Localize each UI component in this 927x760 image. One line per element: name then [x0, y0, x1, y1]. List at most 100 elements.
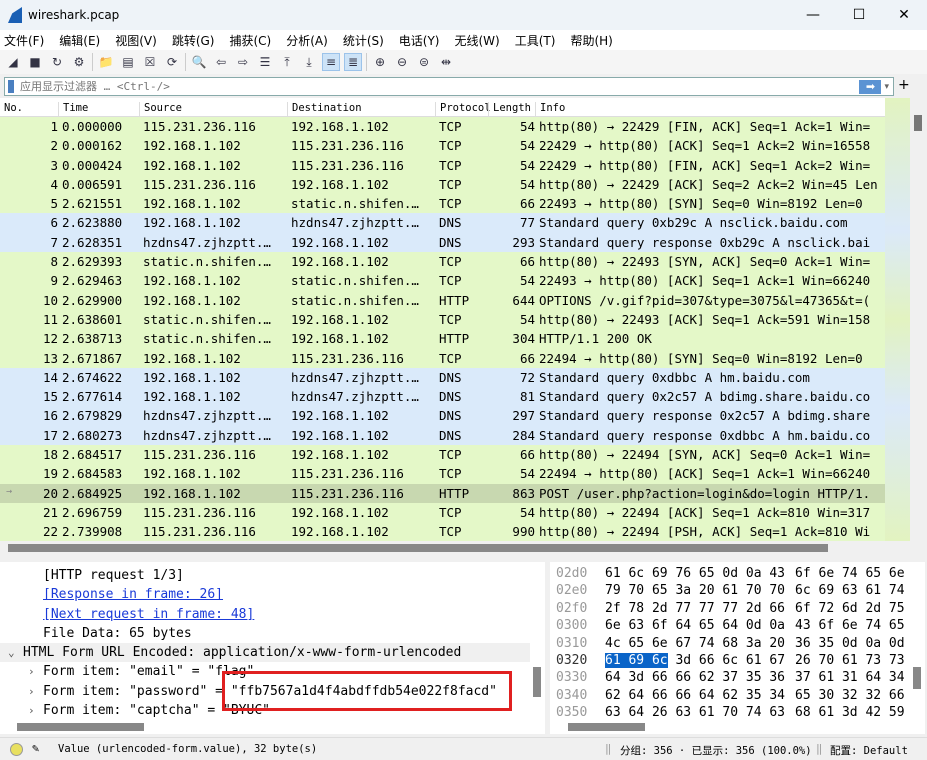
find-icon[interactable]: 🔍 — [190, 53, 208, 71]
shark-fin-start-icon[interactable]: ◢ — [4, 53, 22, 71]
menu-item[interactable]: 电话(Y) — [399, 32, 440, 49]
hex-row[interactable]: 02e0 79 70 65 3a 20 61 70 70 6c 69 63 61 7… — [550, 582, 910, 599]
col-destination[interactable]: Destination — [287, 102, 362, 117]
details-hscroll[interactable] — [0, 720, 545, 734]
packet-row[interactable]: 18 2.684517 115.231.236.116 192.168.1.102 TC… — [0, 445, 885, 465]
first-icon[interactable]: ⤒ — [278, 53, 296, 71]
menu-item[interactable]: 工具(T) — [515, 32, 556, 49]
col-no[interactable]: No. — [0, 102, 23, 117]
packet-row[interactable]: 2 0.000162 192.168.1.102 115.231.236.116 TCP… — [0, 136, 885, 156]
status-profile[interactable]: 配置: Default — [830, 743, 908, 758]
packet-row[interactable]: 12 2.638713 static.n.shifen.… 192.168.1.102… — [0, 329, 885, 349]
packet-list-vscroll[interactable] — [910, 98, 927, 541]
col-length[interactable]: Length — [488, 102, 531, 117]
go-to-icon[interactable]: ☰ — [256, 53, 274, 71]
hex-row[interactable]: 0350 63 64 26 63 61 70 74 63 68 61 3d 42 5… — [550, 704, 910, 720]
col-protocol[interactable]: Protocol — [435, 102, 491, 117]
forward-icon[interactable]: ⇨ — [234, 53, 252, 71]
packet-row[interactable]: 5 2.621551 192.168.1.102 static.n.shifen.… T… — [0, 194, 885, 214]
hex-row[interactable]: 0320 61 69 6c 3d 66 6c 61 67 26 70 61 73 7… — [550, 652, 910, 669]
col-source[interactable]: Source — [139, 102, 182, 117]
packet-row[interactable]: 1 0.000000 115.231.236.116 192.168.1.102 TCP… — [0, 117, 885, 137]
add-filter-button[interactable]: + — [898, 77, 910, 93]
display-filter-input[interactable] — [20, 80, 860, 93]
minimize-button[interactable]: — — [790, 0, 836, 30]
frame-link[interactable]: [Response in frame: 26] — [43, 587, 223, 602]
detail-line[interactable]: ⌄ HTML Form URL Encoded: application/x-ww… — [0, 643, 530, 663]
detail-line[interactable]: [Next request in frame: 48] — [0, 605, 530, 624]
close-button[interactable]: ✕ — [881, 0, 927, 30]
packet-row[interactable]: 15 2.677614 192.168.1.102 hzdns47.zjhzptt.…… — [0, 387, 885, 407]
packet-row[interactable]: 14 2.674622 192.168.1.102 hzdns47.zjhzptt.…… — [0, 367, 885, 388]
menu-item[interactable]: 编辑(E) — [59, 32, 100, 49]
expert-info-icon[interactable] — [10, 743, 23, 756]
autoscroll-icon[interactable]: ≡ — [322, 53, 340, 71]
packet-row[interactable]: 16 2.679829 hzdns47.zjhzptt.… 192.168.1.102… — [0, 406, 885, 426]
col-time[interactable]: Time — [58, 102, 88, 117]
packet-row[interactable]: 13 2.671867 192.168.1.102 115.231.236.116 TC… — [0, 348, 885, 368]
zoom-out-icon[interactable]: ⊖ — [393, 53, 411, 71]
packet-list-hscroll[interactable] — [0, 541, 885, 555]
edit-comment-icon[interactable]: ✎ — [32, 741, 39, 755]
packet-row[interactable]: 8 2.629393 static.n.shifen.… 192.168.1.102 T… — [0, 252, 885, 272]
apply-filter-button[interactable]: ➡ — [859, 79, 882, 94]
expand-toggle-icon[interactable]: ⌄ — [8, 646, 15, 659]
menu-item[interactable]: 无线(W) — [455, 32, 500, 49]
cell-time: 2.684925 — [62, 485, 123, 501]
packet-row[interactable]: 22 2.739908 115.231.236.116 192.168.1.102 TC… — [0, 522, 885, 541]
bytes-vscroll[interactable] — [910, 562, 925, 720]
packet-row[interactable]: 4 0.006591 115.231.236.116 192.168.1.102 TCP… — [0, 174, 885, 195]
colorize-icon[interactable]: ≣ — [344, 53, 362, 71]
hex-row[interactable]: 02f0 2f 78 2d 77 77 77 2d 66 6f 72 6d 2d 7… — [550, 600, 910, 617]
bytes-hscroll[interactable] — [550, 720, 925, 734]
detail-line[interactable]: [Response in frame: 26] — [0, 585, 530, 604]
hex-row[interactable]: 02d0 61 6c 69 76 65 0d 0a 43 6f 6e 74 65 6… — [550, 565, 910, 582]
packet-row[interactable]: 21 2.696759 115.231.236.116 192.168.1.102 TC… — [0, 502, 885, 523]
expand-toggle-icon[interactable]: › — [28, 685, 35, 698]
details-vscroll[interactable] — [530, 562, 545, 720]
menu-item[interactable]: 视图(V) — [115, 32, 157, 49]
last-icon[interactable]: ⤓ — [300, 53, 318, 71]
hex-row[interactable]: 0300 6e 63 6f 64 65 64 0d 0a 43 6f 6e 74 6… — [550, 617, 910, 634]
file-icon[interactable]: ▤ — [119, 53, 137, 71]
frame-link[interactable]: [Next request in frame: 48] — [43, 607, 254, 622]
packet-row[interactable]: 20 2.684925 192.168.1.102 115.231.236.116 HT… — [0, 483, 885, 503]
packet-row[interactable]: 7 2.628351 hzdns47.zjhzptt.… 192.168.1.102 D… — [0, 232, 885, 253]
menu-item[interactable]: 捕获(C) — [229, 32, 271, 49]
back-icon[interactable]: ⇦ — [212, 53, 230, 71]
packet-row[interactable]: 9 2.629463 192.168.1.102 static.n.shifen.… T… — [0, 271, 885, 291]
filter-dropdown-icon[interactable]: ▾ — [884, 82, 889, 92]
zoom-reset-icon[interactable]: ⊜ — [415, 53, 433, 71]
menu-item[interactable]: 跳转(G) — [172, 32, 215, 49]
hex-row[interactable]: 0310 4c 65 6e 67 74 68 3a 20 36 35 0d 0a 0… — [550, 635, 910, 652]
packet-row[interactable]: 11 2.638601 static.n.shifen.… 192.168.1.102… — [0, 309, 885, 330]
detail-line[interactable]: [HTTP request 1/3] — [0, 566, 530, 585]
bookmark-icon[interactable] — [8, 80, 14, 93]
resize-columns-icon[interactable]: ⇹ — [437, 53, 455, 71]
stop-icon[interactable]: ■ — [26, 53, 44, 71]
detail-line[interactable]: File Data: 65 bytes — [0, 624, 530, 643]
menu-item[interactable]: 统计(S) — [343, 32, 384, 49]
packet-minimap[interactable] — [885, 98, 910, 541]
zoom-in-icon[interactable]: ⊕ — [371, 53, 389, 71]
maximize-button[interactable]: ☐ — [836, 0, 882, 30]
packet-row[interactable]: 3 0.000424 192.168.1.102 115.231.236.116 TCP… — [0, 155, 885, 175]
cell-dst: 115.231.236.116 — [291, 350, 404, 366]
packet-row[interactable]: 19 2.684583 192.168.1.102 115.231.236.116 TC… — [0, 464, 885, 484]
restart-icon[interactable]: ↻ — [48, 53, 66, 71]
close-file-icon[interactable]: ☒ — [141, 53, 159, 71]
menu-item[interactable]: 分析(A) — [286, 32, 328, 49]
open-icon[interactable]: 📁 — [97, 53, 115, 71]
hex-row[interactable]: 0330 64 3d 66 66 62 37 35 36 37 61 31 64 3… — [550, 669, 910, 686]
menu-item[interactable]: 帮助(H) — [570, 32, 612, 49]
expand-toggle-icon[interactable]: › — [28, 704, 35, 717]
hex-row[interactable]: 0340 62 64 66 66 64 62 35 34 65 30 32 32 6… — [550, 687, 910, 704]
col-info[interactable]: Info — [535, 102, 565, 117]
reload-icon[interactable]: ⟳ — [163, 53, 181, 71]
packet-row[interactable]: 10 2.629900 192.168.1.102 static.n.shifen.…… — [0, 290, 885, 310]
packet-row[interactable]: 17 2.680273 hzdns47.zjhzptt.… 192.168.1.102… — [0, 425, 885, 446]
menu-item[interactable]: 文件(F) — [4, 32, 44, 49]
expand-toggle-icon[interactable]: › — [28, 665, 35, 678]
options-icon[interactable]: ⚙ — [70, 53, 88, 71]
packet-row[interactable]: 6 2.623880 192.168.1.102 hzdns47.zjhzptt.… D… — [0, 213, 885, 233]
